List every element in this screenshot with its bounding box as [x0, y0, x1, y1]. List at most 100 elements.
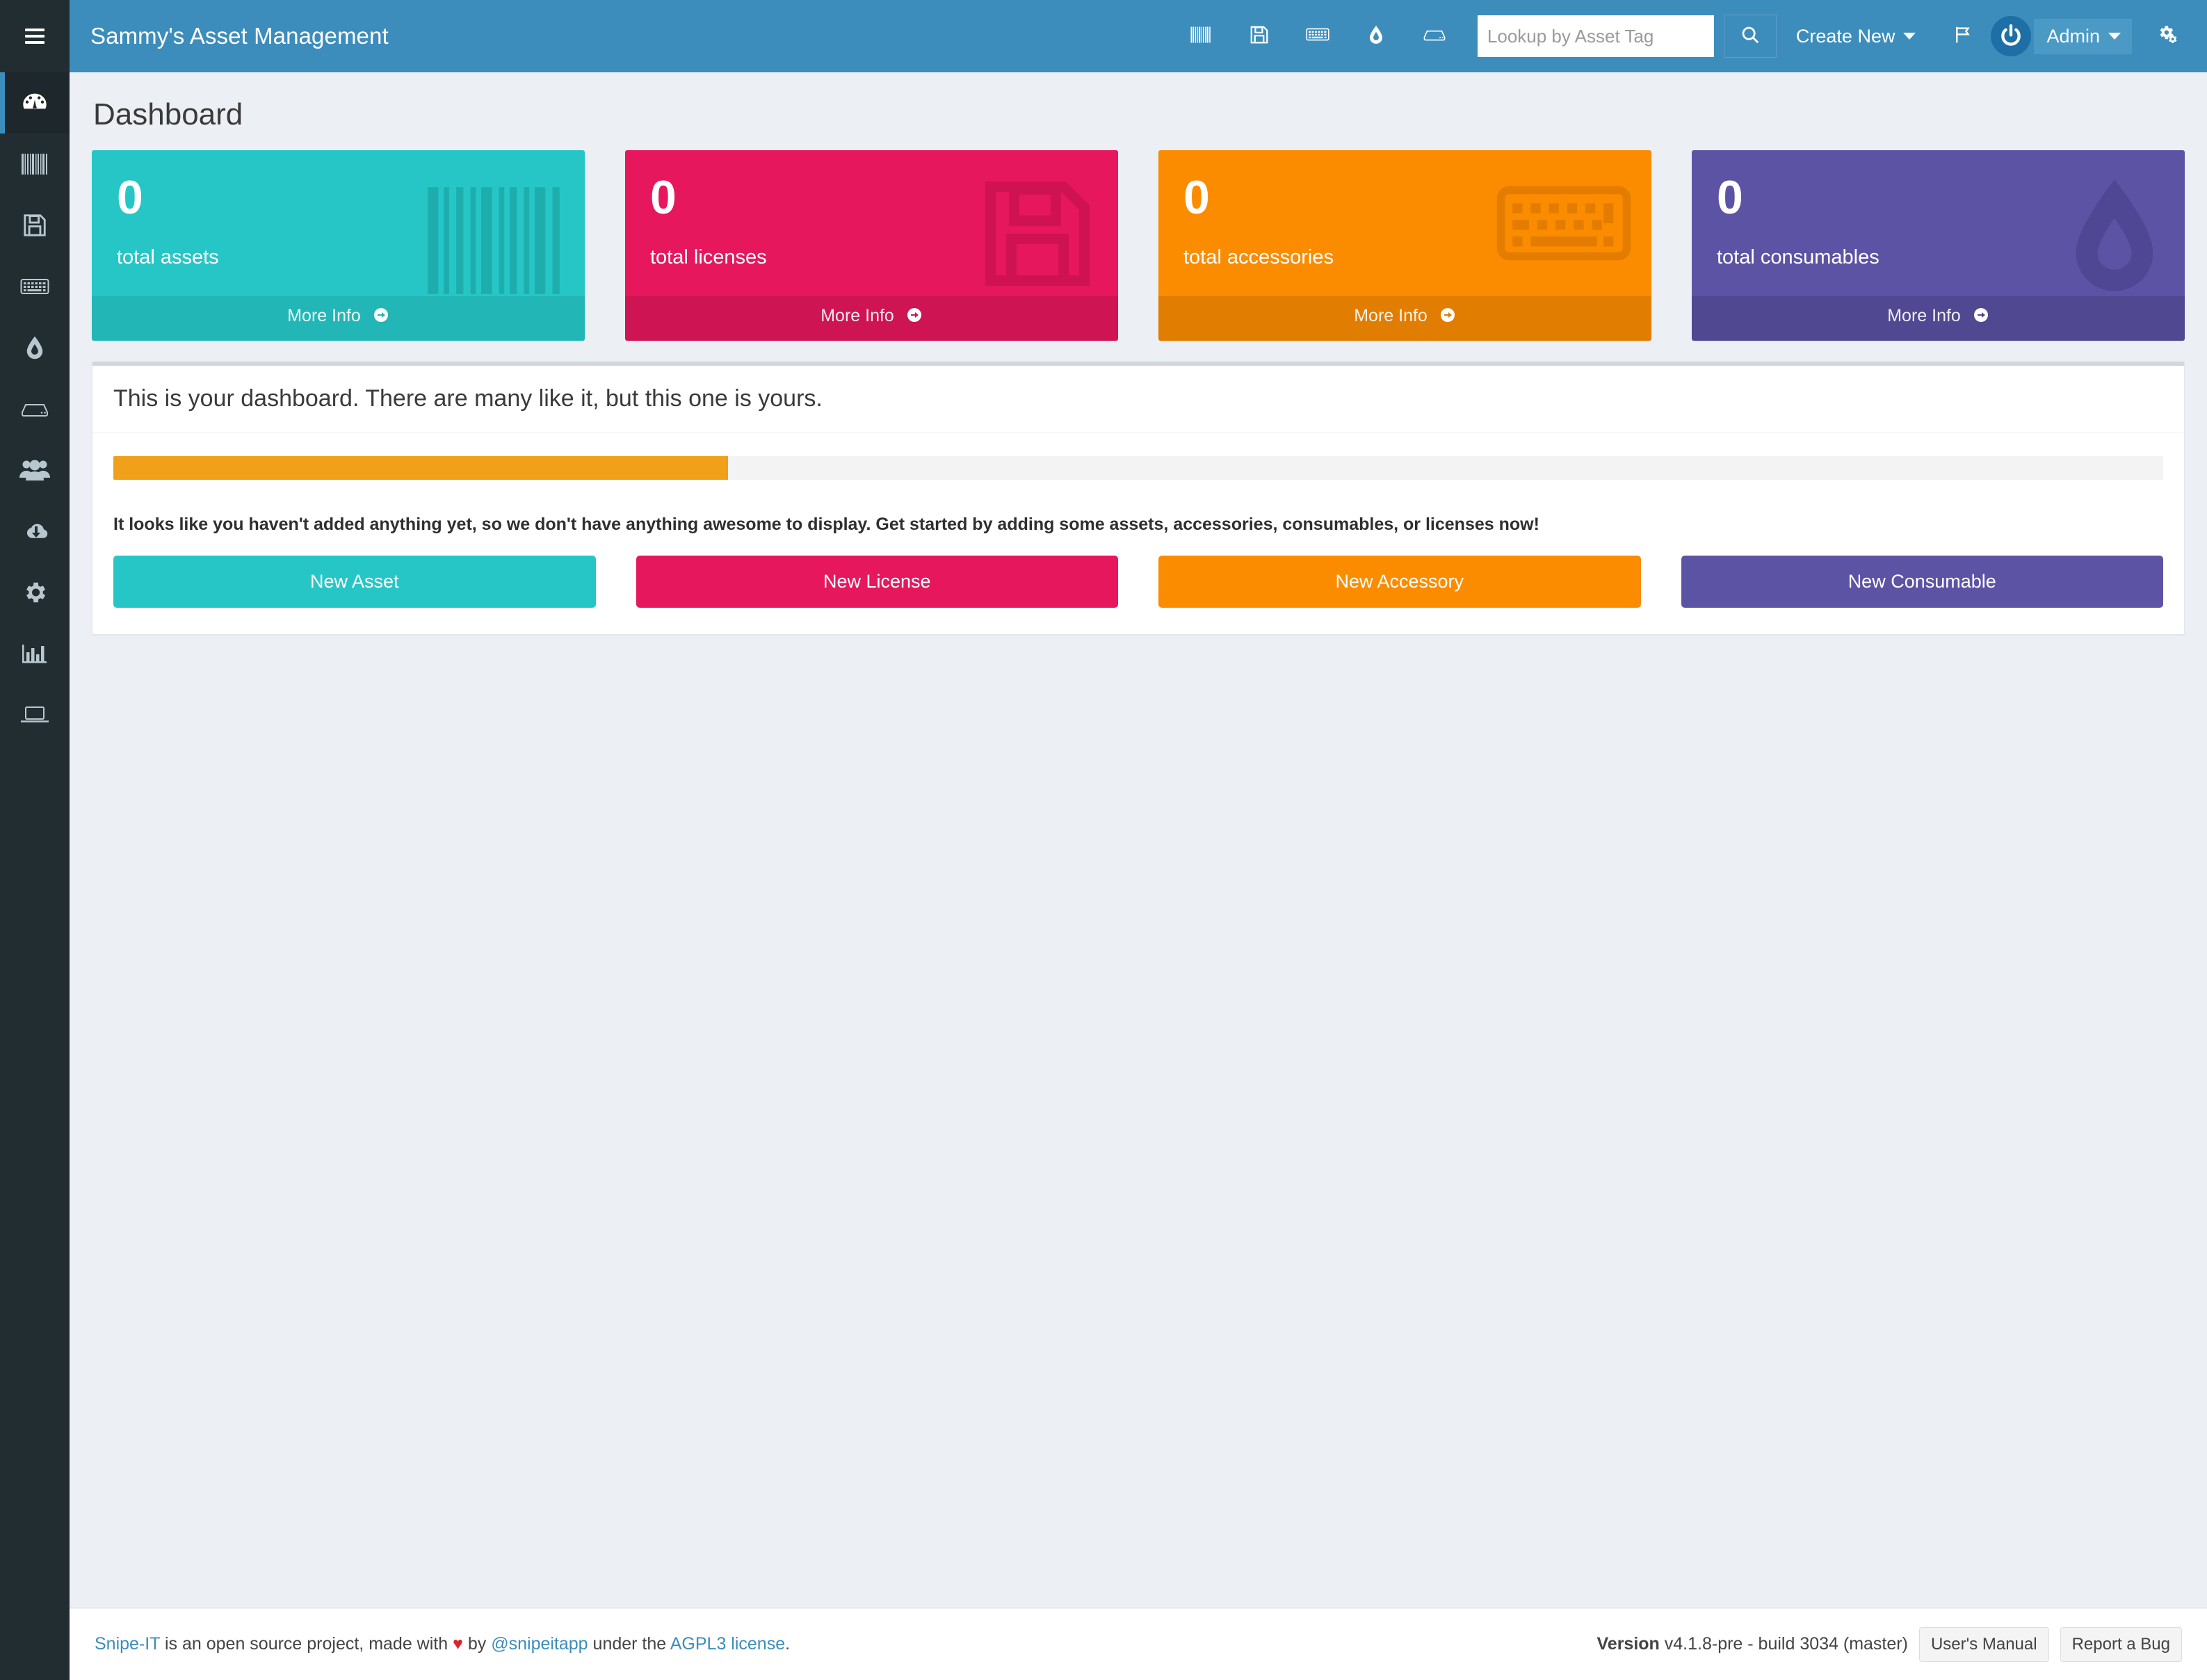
more-info-label: More Info: [820, 306, 894, 325]
sidebar-item-requestable[interactable]: [0, 684, 70, 745]
app-brand-title[interactable]: Sammy's Asset Management: [70, 23, 389, 49]
sidebar-item-import[interactable]: [0, 501, 70, 562]
avatar: [1991, 16, 2032, 56]
footer-credit-text: Snipe-IT is an open source project, made…: [95, 1634, 790, 1654]
report-a-bug-button[interactable]: Report a Bug: [2060, 1626, 2182, 1662]
header-quick-links: [1172, 0, 1464, 72]
stat-card-licenses-more-info[interactable]: More Info: [625, 296, 1118, 341]
search-input[interactable]: [1477, 15, 1714, 57]
dashboard-panel-heading: This is your dashboard. There are many l…: [113, 385, 823, 412]
gears-icon: [2157, 24, 2179, 49]
footer-version-group: Version v4.1.8-pre - build 3034 (master)…: [1597, 1626, 2182, 1662]
stat-card-assets: 0 total assets More Info: [92, 150, 585, 341]
stat-card-accessories-more-info[interactable]: More Info: [1158, 296, 1651, 341]
create-new-label: Create New: [1795, 25, 1895, 47]
header-licenses-icon-button[interactable]: [1230, 0, 1288, 72]
gear-icon: [22, 579, 48, 606]
header-barcode-icon-button[interactable]: [1172, 0, 1230, 72]
user-menu[interactable]: Admin: [1991, 0, 2139, 72]
search-submit-button[interactable]: [1723, 15, 1777, 58]
sidebar-item-dashboard[interactable]: [0, 72, 70, 134]
quick-action-buttons: New Asset New License New Accessory New …: [113, 556, 2163, 608]
sidebar-item-reports[interactable]: [0, 623, 70, 684]
arrow-circle-right-icon: [373, 307, 389, 328]
barcode-icon: [1190, 26, 1212, 47]
hdd-icon: [1423, 26, 1446, 46]
arrow-circle-right-icon: [1973, 307, 1989, 328]
footer-text-2: by: [462, 1634, 492, 1654]
settings-gears-button[interactable]: [2139, 0, 2197, 72]
floppy-disk-icon: [22, 212, 48, 239]
more-info-label: More Info: [287, 306, 361, 325]
keyboard-icon: [20, 276, 49, 297]
sidebar-item-settings[interactable]: [0, 562, 70, 623]
page-title: Dashboard: [93, 97, 243, 131]
user-menu-label-wrap: Admin: [2034, 18, 2132, 54]
stat-card-assets-body: 0 total assets: [92, 150, 585, 296]
page-footer: Snipe-IT is an open source project, made…: [70, 1608, 2207, 1680]
top-header: Sammy's Asset Management Lookup by Asset…: [70, 0, 2207, 72]
bar-chart-icon: [22, 643, 48, 665]
sidebar-item-accessories[interactable]: [0, 256, 70, 317]
stat-card-consumables-body: 0 total consumables: [1692, 150, 2185, 296]
new-asset-button[interactable]: New Asset: [113, 556, 596, 608]
barcode-icon: [21, 152, 49, 176]
version-text: Version v4.1.8-pre - build 3034 (master): [1597, 1634, 1908, 1654]
sidebar-item-licenses[interactable]: [0, 195, 70, 256]
more-info-label: More Info: [1887, 306, 1961, 325]
app-root: Sammy's Asset Management Lookup by Asset…: [0, 0, 2207, 1680]
floppy-disk-icon: [1249, 24, 1270, 49]
header-right-group: Create New Admin: [1777, 0, 2207, 72]
asset-search-group: [1477, 15, 1777, 58]
search-icon: [1740, 24, 1761, 49]
sidebar: [0, 0, 70, 1680]
sidebar-item-assets[interactable]: [0, 134, 70, 195]
header-components-icon-button[interactable]: [1405, 0, 1464, 72]
version-label: Version: [1596, 1634, 1660, 1654]
footer-text-1: is an open source project, made with: [160, 1634, 453, 1654]
setup-progress-bar-fill: [113, 456, 729, 480]
droplet-icon: [24, 334, 45, 361]
keyboard-icon: [1494, 171, 1633, 279]
chevron-down-icon: [2108, 33, 2121, 40]
dashboard-panel-body: It looks like you haven't added anything…: [92, 433, 2184, 634]
footer-text-4: .: [785, 1634, 791, 1654]
snipeitapp-handle-link[interactable]: @snipeitapp: [491, 1634, 588, 1654]
hamburger-icon: [25, 25, 45, 47]
stat-card-accessories: 0 total accessories More Info: [1158, 150, 1651, 341]
new-accessory-button[interactable]: New Accessory: [1158, 556, 1641, 608]
sidebar-item-consumables[interactable]: [0, 317, 70, 378]
create-new-menu[interactable]: Create New: [1777, 0, 1936, 72]
flag-icon: [1953, 24, 1973, 49]
stat-card-licenses: 0 total licenses More Info: [625, 150, 1118, 341]
setup-progress-bar: [113, 456, 2163, 480]
droplet-icon: [1368, 24, 1384, 49]
stat-card-assets-more-info[interactable]: More Info: [92, 296, 585, 341]
user-name-label: Admin: [2046, 25, 2100, 47]
cloud-download-icon: [19, 520, 50, 542]
keyboard-icon: [1306, 26, 1329, 47]
chevron-down-icon: [1903, 33, 1916, 40]
header-accessories-icon-button[interactable]: [1288, 0, 1347, 72]
users-manual-button[interactable]: User's Manual: [1918, 1626, 2049, 1662]
arrow-circle-right-icon: [1439, 307, 1456, 328]
stat-card-consumables-more-info[interactable]: More Info: [1692, 296, 2185, 341]
new-license-button[interactable]: New License: [636, 556, 1118, 608]
stat-card-licenses-body: 0 total licenses: [625, 150, 1118, 296]
snipeit-project-link[interactable]: Snipe-IT: [95, 1634, 160, 1654]
footer-text-3: under the: [588, 1634, 670, 1654]
new-consumable-button[interactable]: New Consumable: [1681, 556, 2163, 608]
sidebar-toggle-button[interactable]: [0, 0, 70, 72]
version-value: v4.1.8-pre - build 3034 (master): [1659, 1634, 1908, 1654]
header-consumables-icon-button[interactable]: [1347, 0, 1405, 72]
sidebar-item-people[interactable]: [0, 439, 70, 501]
agpl3-license-link[interactable]: AGPL3 license: [670, 1634, 785, 1654]
empty-state-message: It looks like you haven't added anything…: [113, 515, 1539, 534]
users-icon: [19, 458, 50, 482]
sidebar-item-components[interactable]: [0, 378, 70, 439]
stat-card-consumables: 0 total consumables More Info: [1692, 150, 2185, 341]
sidebar-item-list: [0, 72, 70, 745]
stat-card-accessories-body: 0 total accessories: [1158, 150, 1651, 296]
language-flag-button[interactable]: [1935, 0, 1991, 72]
floppy-disk-icon: [975, 171, 1100, 296]
